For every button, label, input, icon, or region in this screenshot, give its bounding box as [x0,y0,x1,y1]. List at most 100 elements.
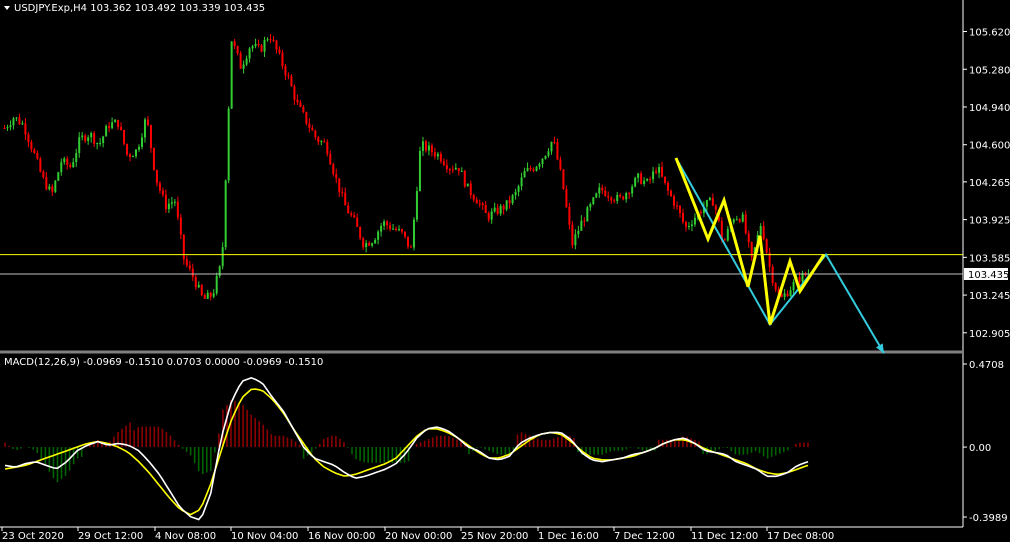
candle-body [735,219,738,221]
time-tick-label: 7 Dec 12:00 [614,531,675,542]
candle-body [15,117,18,119]
candle-body [690,224,693,227]
cyan-projection-line[interactable] [675,157,885,354]
candle-body [24,123,27,135]
candle-body [362,238,365,248]
candle-body [51,186,54,192]
price-tick-label: 103.925 [969,216,1010,227]
candle-body [200,284,203,296]
candle-body [182,234,185,260]
pattern-layer [674,157,885,354]
candle-body [568,206,571,225]
candle-body [667,182,670,191]
candle-body [466,183,469,187]
candle-body [111,122,114,129]
time-axis[interactable]: 23 Oct 2020 29 Oct 12:00 4 Nov 08:00 10 Nov… [1,527,834,542]
candle-body [436,153,439,157]
candle-body [418,150,421,192]
candle-body [6,127,9,129]
current-price-label: 103.435 [968,270,1009,281]
candle-body [275,40,278,50]
candle-body [738,219,741,222]
candle-body [637,173,640,178]
time-tick-label: 16 Nov 00:00 [308,531,375,542]
candle-body [341,192,344,194]
price-tick-label: 104.265 [969,178,1010,189]
candle-body [114,119,117,123]
candle-body [649,178,652,180]
candle-body [173,201,176,203]
candle-body [532,169,535,171]
candle-body [505,200,508,210]
candle-body [78,137,81,154]
candle-body [102,136,105,143]
candle-body [356,217,359,227]
candle-body [404,231,407,237]
time-tick-label: 17 Dec 08:00 [767,531,834,542]
candle-body [344,192,347,206]
candle-body [272,39,275,41]
candle-body [293,86,296,100]
candle-body [401,229,404,232]
candle-body [481,203,484,205]
candle-body [433,152,436,157]
candle-body [96,143,99,145]
candle-body [152,147,155,170]
candle-body [281,52,284,67]
chart-canvas[interactable]: USDJPY.Exp,H4 103.362 103.492 103.339 10… [0,0,1010,542]
candle-body [9,125,12,128]
time-tick-label: 10 Nov 04:00 [231,531,298,542]
candle-body [547,151,550,156]
candle-body [317,137,320,143]
candle-body [60,162,63,173]
candle-body [457,167,460,172]
candle-body [326,142,329,154]
candle-body [675,205,678,207]
candle-body [45,177,48,190]
macd-axis[interactable]: 0.4708 0.00 -0.3989 [963,360,1008,524]
candle-body [132,156,135,158]
price-tick-label: 103.245 [969,291,1010,302]
candle-body [487,213,490,220]
triangle-down-icon[interactable] [4,6,10,10]
candle-body [251,46,254,49]
candle-body [571,224,574,246]
candle-body [613,200,616,202]
price-axis[interactable]: 105.620 105.280 104.940 104.600 104.265 103.9… [963,28,1010,340]
candle-body [655,171,658,173]
candle-body [508,200,511,204]
candle-body [490,211,493,220]
candle-body [266,39,269,41]
candle-body [27,134,30,142]
candle-body [574,234,577,246]
candle-body [75,153,78,163]
candle-body [338,178,341,193]
candle-body [296,99,299,103]
candle-body [607,195,610,198]
candle-body [631,186,634,194]
candle-body [448,169,451,171]
candle-body [386,221,389,226]
candle-body [634,177,637,187]
macd-layer [4,377,809,521]
candle-body [484,204,487,214]
candle-body [699,212,702,214]
candle-body [595,193,598,198]
candle-body [556,142,559,160]
candle-body [320,141,323,143]
candle-body [179,217,182,235]
candles-layer [3,34,810,301]
candle-body [610,197,613,201]
candle-body [350,213,353,216]
candle-body [239,53,242,69]
candle-body [135,149,138,157]
candle-body [87,137,90,141]
candle-body [792,281,795,291]
macd-tick-label: -0.3989 [969,513,1008,524]
candle-body [625,193,628,200]
candle-body [421,141,424,151]
yellow-zigzag-line[interactable] [674,157,826,325]
candle-body [493,207,496,212]
candle-body [586,207,589,222]
candle-body [18,117,21,125]
